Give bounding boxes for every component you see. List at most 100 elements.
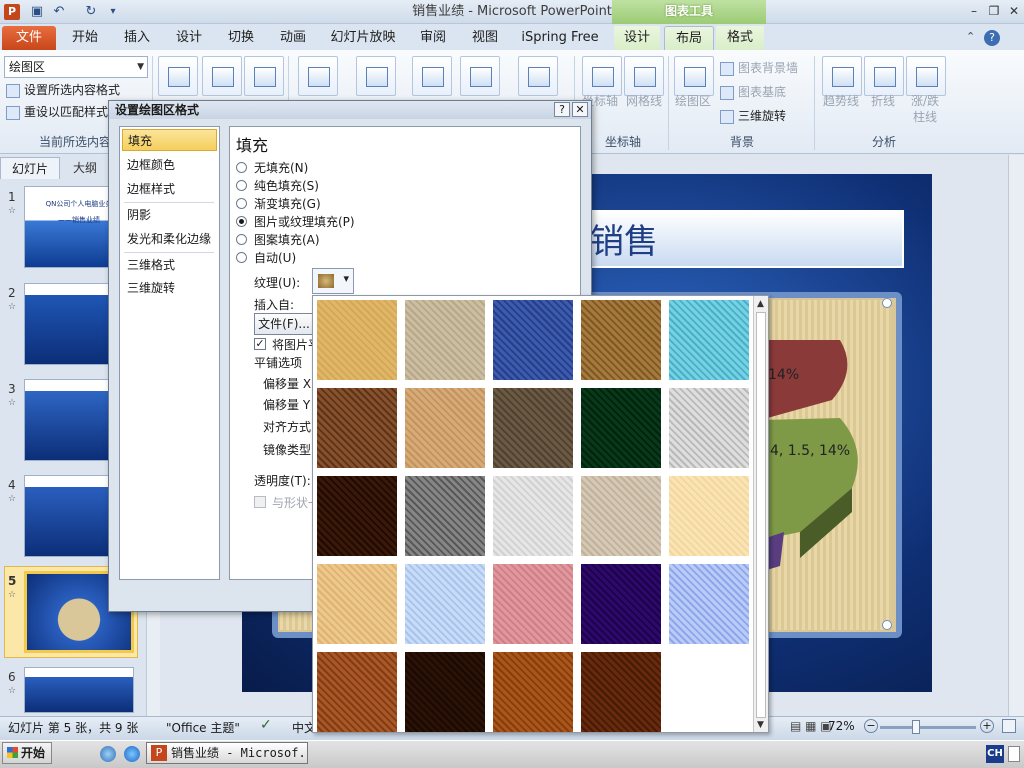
radio-picture-texture-fill[interactable] bbox=[236, 216, 247, 227]
texture-papyrus[interactable] bbox=[317, 300, 397, 380]
axes-button[interactable] bbox=[582, 56, 622, 96]
data-labels-button[interactable] bbox=[460, 56, 500, 96]
texture-cork[interactable] bbox=[317, 652, 397, 732]
tab-file[interactable]: 文件 bbox=[2, 26, 56, 50]
nav-3d-rotation[interactable]: 三维旋转 bbox=[122, 277, 217, 299]
radio-gradient-fill[interactable] bbox=[236, 198, 247, 209]
lines-button[interactable] bbox=[864, 56, 904, 96]
insert-shape-button[interactable] bbox=[202, 56, 242, 96]
tab-design[interactable]: 设计 bbox=[166, 26, 212, 50]
tab-transitions[interactable]: 切换 bbox=[218, 26, 264, 50]
zoom-slider-thumb[interactable] bbox=[912, 720, 920, 734]
texture-water-droplets[interactable] bbox=[669, 300, 749, 380]
pie-chart[interactable] bbox=[760, 300, 892, 630]
nav-border-styles[interactable]: 边框样式 bbox=[122, 178, 217, 200]
rotate-with-shape-checkbox[interactable] bbox=[254, 496, 266, 508]
chart-floor-button[interactable]: 图表基底 bbox=[720, 82, 786, 102]
tab-outline[interactable]: 大纲 bbox=[60, 157, 110, 179]
tab-slides[interactable]: 幻灯片 bbox=[0, 157, 60, 179]
radio-solid-fill[interactable] bbox=[236, 180, 247, 191]
nav-3d-format[interactable]: 三维格式 bbox=[122, 254, 217, 276]
texture-white-marble[interactable] bbox=[669, 388, 749, 468]
data-label[interactable]: 4, 1.5, 14% bbox=[770, 443, 850, 459]
texture-canvas[interactable] bbox=[405, 300, 485, 380]
up-down-bars-button[interactable] bbox=[906, 56, 946, 96]
input-method-indicator[interactable]: CH bbox=[986, 745, 1004, 763]
chart-title-button[interactable] bbox=[298, 56, 338, 96]
texture-parchment[interactable] bbox=[669, 476, 749, 556]
legend-button[interactable] bbox=[412, 56, 452, 96]
plot-area-button[interactable] bbox=[674, 56, 714, 96]
zoom-in-icon[interactable]: + bbox=[980, 719, 994, 733]
texture-newsprint[interactable] bbox=[493, 476, 573, 556]
tab-ispring[interactable]: iSpring Free bbox=[514, 26, 606, 50]
texture-granite[interactable] bbox=[405, 476, 485, 556]
view-buttons[interactable]: ▤ ▦ ▣ bbox=[790, 719, 832, 733]
scroll-down-icon[interactable]: ▼ bbox=[755, 719, 766, 731]
texture-bouquet[interactable] bbox=[669, 564, 749, 644]
zoom-out-icon[interactable]: − bbox=[864, 719, 878, 733]
gridlines-button[interactable] bbox=[624, 56, 664, 96]
ie-browser-icon[interactable] bbox=[124, 746, 140, 762]
close-window-button[interactable]: ✕ bbox=[1004, 2, 1024, 20]
nav-shadow[interactable]: 阴影 bbox=[122, 204, 217, 226]
chart-wall-button[interactable]: 图表背景墙 bbox=[720, 58, 798, 78]
texture-denim[interactable] bbox=[493, 300, 573, 380]
scroll-up-icon[interactable]: ▲ bbox=[755, 298, 766, 310]
tab-view[interactable]: 视图 bbox=[462, 26, 508, 50]
resize-handle[interactable] bbox=[882, 298, 892, 308]
data-label[interactable]: 14% bbox=[768, 367, 799, 383]
texture-brown-marble[interactable] bbox=[317, 476, 397, 556]
taskbar-powerpoint-button[interactable]: 销售业绩 - Microsof... bbox=[146, 742, 308, 764]
insert-textbox-button[interactable] bbox=[244, 56, 284, 96]
radio-no-fill[interactable] bbox=[236, 162, 247, 173]
data-table-button[interactable] bbox=[518, 56, 558, 96]
help-icon[interactable]: ? bbox=[984, 30, 1000, 46]
gallery-scroll-thumb[interactable] bbox=[756, 312, 766, 718]
tab-format[interactable]: 格式 bbox=[716, 26, 764, 50]
chart-elements-dropdown[interactable]: 绘图区 ▼ bbox=[4, 56, 148, 78]
texture-sand[interactable] bbox=[493, 388, 573, 468]
minimize-ribbon-icon[interactable]: ⌃ bbox=[966, 30, 975, 43]
restore-button[interactable]: ❐ bbox=[984, 2, 1004, 20]
tile-picture-checkbox[interactable]: ✓ bbox=[254, 338, 266, 350]
zoom-slider[interactable] bbox=[880, 726, 976, 729]
radio-automatic[interactable] bbox=[236, 252, 247, 263]
format-selection-button[interactable]: 设置所选内容格式 bbox=[6, 80, 120, 100]
start-button[interactable]: 开始 bbox=[2, 742, 52, 764]
nav-glow-soft-edges[interactable]: 发光和柔化边缘 bbox=[122, 228, 217, 250]
dialog-close-button[interactable]: ✕ bbox=[572, 102, 588, 117]
texture-blue-tissue[interactable] bbox=[405, 564, 485, 644]
texture-recycled-paper[interactable] bbox=[581, 476, 661, 556]
texture-purple-mesh[interactable] bbox=[581, 564, 661, 644]
texture-medium-wood[interactable] bbox=[581, 652, 661, 732]
tab-review[interactable]: 审阅 bbox=[410, 26, 456, 50]
dialog-help-button[interactable]: ? bbox=[554, 102, 570, 117]
axis-title-button[interactable] bbox=[356, 56, 396, 96]
radio-pattern-fill[interactable] bbox=[236, 234, 247, 245]
nav-border-color[interactable]: 边框颜色 bbox=[122, 154, 217, 176]
reset-style-button[interactable]: 重设以匹配样式 bbox=[6, 102, 108, 122]
zoom-level[interactable]: 72% bbox=[828, 719, 855, 733]
texture-paper-bag[interactable] bbox=[317, 388, 397, 468]
spell-check-icon[interactable]: ✓ bbox=[260, 717, 272, 733]
quick-launch-icon[interactable] bbox=[100, 746, 116, 762]
texture-woven-mat[interactable] bbox=[581, 300, 661, 380]
resize-handle[interactable] bbox=[882, 620, 892, 630]
texture-dropdown-button[interactable] bbox=[312, 268, 354, 294]
tray-icon[interactable] bbox=[1008, 746, 1020, 762]
slide-thumbnail[interactable] bbox=[24, 667, 134, 713]
texture-fish-fossil[interactable] bbox=[405, 388, 485, 468]
slide-scrollbar[interactable] bbox=[1008, 155, 1024, 716]
minimize-button[interactable]: – bbox=[964, 2, 984, 20]
tab-layout[interactable]: 布局 bbox=[664, 26, 714, 50]
texture-green-marble[interactable] bbox=[581, 388, 661, 468]
tab-animations[interactable]: 动画 bbox=[270, 26, 316, 50]
tab-slide-show[interactable]: 幻灯片放映 bbox=[322, 26, 404, 50]
texture-stationery[interactable] bbox=[317, 564, 397, 644]
texture-oak[interactable] bbox=[493, 652, 573, 732]
3d-rotation-button[interactable]: 三维旋转 bbox=[720, 106, 786, 126]
pie-slice-green[interactable] bbox=[760, 418, 858, 540]
tab-chart-design[interactable]: 设计 bbox=[614, 26, 660, 50]
tab-insert[interactable]: 插入 bbox=[114, 26, 160, 50]
